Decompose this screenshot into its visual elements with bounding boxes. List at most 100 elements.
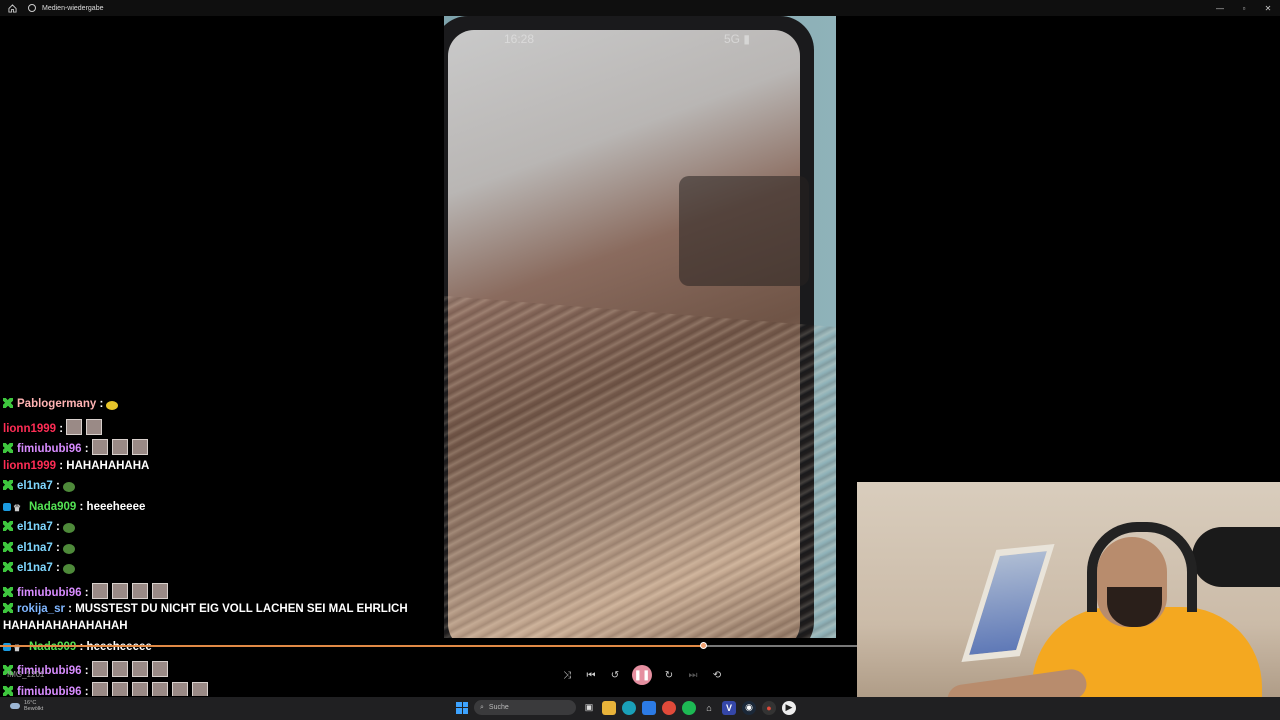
maximize-button[interactable]: ▫ xyxy=(1232,0,1256,16)
emote-icon xyxy=(191,681,208,696)
seek-knob[interactable] xyxy=(699,642,707,649)
previous-button[interactable]: ⏮ xyxy=(584,668,598,682)
emote-icon xyxy=(131,439,148,455)
chat-separator: : xyxy=(64,603,76,615)
seek-bar[interactable] xyxy=(0,638,857,658)
chat-message: el1na7 : xyxy=(3,541,79,554)
next-button[interactable]: ⏭ xyxy=(686,668,700,682)
title-bar: Medien-wiedergabe — ▫ ✕ xyxy=(0,0,1280,16)
repeat-button[interactable]: ⟲ xyxy=(710,668,724,682)
chat-username[interactable]: el1na7 xyxy=(17,562,53,574)
store-icon[interactable] xyxy=(642,700,656,715)
media-filename: IMG_1201 xyxy=(7,670,45,679)
emote-icon xyxy=(106,401,119,410)
emote-icon xyxy=(91,582,108,599)
pause-button[interactable]: ❚❚ xyxy=(632,665,652,685)
chat-separator: : xyxy=(81,443,92,455)
emote-icon xyxy=(151,582,168,599)
chat-username[interactable]: lionn1999 xyxy=(3,460,56,472)
shuffle-button[interactable]: ⤨ xyxy=(560,668,574,682)
chat-separator: : xyxy=(76,500,87,513)
spotify-icon[interactable] xyxy=(682,700,696,715)
sparkle-badge-icon xyxy=(3,685,13,696)
sparkle-badge-icon xyxy=(3,480,13,490)
chrome-icon[interactable] xyxy=(662,700,676,715)
chat-separator: : xyxy=(81,586,92,599)
emote-icon xyxy=(63,543,76,554)
chat-message: fimiububi96 : xyxy=(3,582,172,599)
playback-controls: ⤨ ⏮ ↺ ❚❚ ↻ ⏭ ⟲ xyxy=(560,664,724,686)
chat-text: heeeheeee xyxy=(86,500,146,513)
media-player-icon[interactable]: ▶ xyxy=(782,700,796,715)
chat-username[interactable]: fimiububi96 xyxy=(17,686,82,697)
emote-icon xyxy=(63,564,76,574)
sub-badge-icon xyxy=(3,502,11,511)
chat-text: MUSSTEST DU NICHT EIG VOLL LACHEN SEI MA… xyxy=(75,603,408,615)
chat-username[interactable]: Pablogermany xyxy=(17,398,96,410)
home-icon[interactable] xyxy=(7,3,17,13)
sparkle-badge-icon xyxy=(3,541,13,552)
chat-username[interactable]: lionn1999 xyxy=(3,423,56,435)
edge-icon[interactable] xyxy=(622,700,636,715)
sparkle-badge-icon xyxy=(3,521,13,531)
minimize-button[interactable]: — xyxy=(1208,0,1232,16)
forward-button[interactable]: ↻ xyxy=(662,668,676,682)
chat-username[interactable]: el1na7 xyxy=(17,521,53,533)
sparkle-badge-icon xyxy=(3,562,13,572)
chat-message: el1na7 : xyxy=(3,521,79,533)
webcam-overlay xyxy=(857,482,1280,720)
chat-separator: : xyxy=(96,398,107,410)
chat-separator: : xyxy=(56,422,67,435)
chat-username[interactable]: el1na7 xyxy=(17,542,53,554)
vpn-icon[interactable]: V xyxy=(722,700,736,715)
steam-icon[interactable]: ◉ xyxy=(742,700,756,715)
video-frame[interactable]: 16:28 5G ▮ xyxy=(444,16,836,638)
chat-message: el1na7 : xyxy=(3,562,79,574)
sparkle-badge-icon xyxy=(3,603,13,613)
sparkle-badge-icon xyxy=(3,443,13,453)
chat-separator: : xyxy=(52,480,64,492)
emote-icon xyxy=(111,681,128,696)
windows-start-icon[interactable] xyxy=(456,701,468,714)
chat-message: HAHAHAHAHAHAHAH xyxy=(3,620,128,632)
phone-status-time: 16:28 xyxy=(504,32,535,46)
emote-icon xyxy=(171,681,188,696)
app-icon[interactable]: ⌂ xyxy=(702,701,716,715)
phone-status-right: 5G ▮ xyxy=(724,32,750,46)
chat-message: lionn1999 : xyxy=(3,418,106,435)
weather-widget[interactable]: 16°C Bewölkt xyxy=(10,700,43,712)
microphone xyxy=(1192,527,1280,587)
emote-icon xyxy=(131,681,148,696)
headphones xyxy=(1087,522,1197,612)
chat-message: el1na7 : xyxy=(3,480,79,492)
chat-username[interactable]: fimiububi96 xyxy=(17,587,82,599)
chat-username[interactable]: el1na7 xyxy=(17,480,53,492)
chat-text: HAHAHAHAHAHAHAH xyxy=(3,620,128,632)
app2-icon[interactable]: ● xyxy=(762,700,776,715)
chat-separator: : xyxy=(81,665,92,677)
chat-username[interactable]: rokija_sr xyxy=(17,603,65,615)
sparkle-badge-icon xyxy=(3,586,13,597)
weather-desc: Bewölkt xyxy=(24,706,44,712)
emote-icon xyxy=(91,661,108,677)
chat-username[interactable]: Nada909 xyxy=(29,501,76,513)
rewind-button[interactable]: ↺ xyxy=(608,668,622,682)
chat-separator: : xyxy=(52,521,64,533)
emote-icon xyxy=(91,681,108,696)
chat-message: rokija_sr : MUSSTEST DU NICHT EIG VOLL L… xyxy=(3,603,408,615)
cloud-icon xyxy=(10,703,20,709)
file-explorer-icon[interactable] xyxy=(602,700,616,715)
close-button[interactable]: ✕ xyxy=(1256,0,1280,16)
chat-message: lionn1999 : HAHAHAHAHA xyxy=(3,460,149,472)
chat-message: fimiububi96 : xyxy=(3,439,152,455)
search-icon: ⌕ xyxy=(480,703,484,711)
task-view-icon[interactable]: ▣ xyxy=(582,701,596,715)
emote-icon xyxy=(63,523,76,533)
emote-icon xyxy=(66,418,83,435)
emote-icon xyxy=(111,661,128,677)
search-placeholder: Suche xyxy=(488,704,509,711)
roof-window xyxy=(961,543,1055,663)
chat-username[interactable]: fimiububi96 xyxy=(17,443,82,455)
taskbar-search[interactable]: ⌕ Suche xyxy=(474,700,576,715)
chat-separator: : xyxy=(81,685,92,697)
